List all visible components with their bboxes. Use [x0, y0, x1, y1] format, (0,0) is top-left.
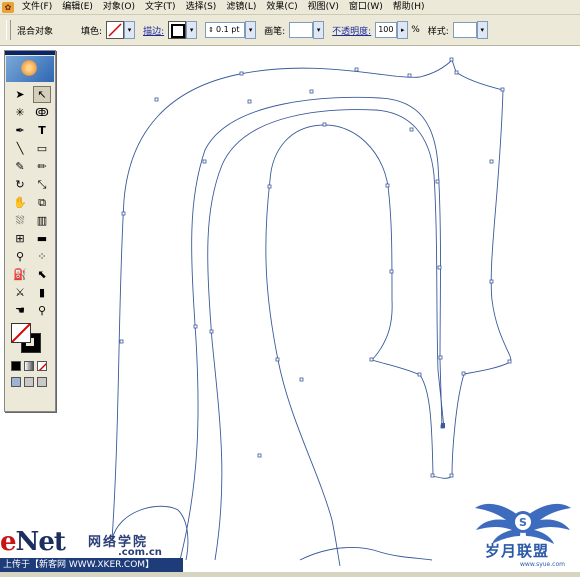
- fill-label: 填色:: [81, 26, 103, 37]
- none-mode-icon[interactable]: [37, 361, 47, 371]
- gradient-mode-icon[interactable]: [24, 361, 34, 371]
- control-bar: 混合对象 填色: ▾ 描边: ▾ ⇕ 0.1 pt ▾ 画笔: ▾ 不透明度: …: [0, 15, 580, 46]
- style-dropdown[interactable]: ▾: [476, 21, 488, 39]
- syue-logo-url: www.syue.com: [520, 561, 565, 568]
- menu-view[interactable]: 视图(V): [303, 0, 344, 14]
- blend-tool-icon[interactable]: ⁘: [33, 248, 51, 265]
- lasso-tool-icon[interactable]: ↂ: [33, 104, 51, 121]
- stroke-swatch[interactable]: [168, 21, 187, 39]
- live-paint-select-icon[interactable]: ⬉: [33, 266, 51, 283]
- brush-field[interactable]: [289, 22, 314, 38]
- full-screen-icon[interactable]: [37, 377, 47, 387]
- flower-logo-icon: [20, 60, 38, 76]
- magic-wand-tool-icon[interactable]: ✳: [11, 104, 29, 121]
- stepper-icon[interactable]: ⇕: [208, 23, 214, 37]
- symbol-sprayer-tool-icon[interactable]: ⛆: [11, 212, 29, 229]
- app-icon[interactable]: ✿: [2, 1, 14, 13]
- bottom-curve: [299, 547, 433, 561]
- fill-swatch[interactable]: [106, 21, 125, 39]
- pencil-tool-icon[interactable]: ✏: [33, 158, 51, 175]
- menu-filter[interactable]: 滤镜(L): [221, 0, 261, 14]
- menu-effect[interactable]: 效果(C): [261, 0, 302, 14]
- fill-box-icon[interactable]: [11, 323, 31, 343]
- inner-path: [207, 109, 445, 561]
- screen-mode-row: [5, 371, 55, 387]
- graph-tool-icon[interactable]: ▥: [33, 212, 51, 229]
- direct-selection-tool-icon[interactable]: ↖: [33, 86, 51, 103]
- warp-tool-icon[interactable]: ✋: [11, 194, 29, 211]
- menu-bar: ✿ 文件(F) 编辑(E) 对象(O) 文字(T) 选择(S) 滤镜(L) 效果…: [0, 0, 580, 15]
- bottom-scrollbar[interactable]: [0, 572, 580, 577]
- none-color-icon: [108, 23, 122, 37]
- slice-tool-icon[interactable]: ⚔: [11, 284, 29, 301]
- opacity-dropdown[interactable]: ▸: [397, 21, 409, 39]
- live-paint-bucket-icon[interactable]: ⛽: [11, 266, 29, 283]
- stroke-label-link[interactable]: 描边:: [143, 24, 164, 37]
- zoom-tool-icon[interactable]: ⚲: [33, 302, 51, 319]
- rectangle-tool-icon[interactable]: ▭: [33, 140, 51, 157]
- paintbrush-tool-icon[interactable]: ✎: [11, 158, 29, 175]
- pen-tool-icon[interactable]: ✒: [11, 122, 29, 139]
- middle-path: [179, 96, 443, 561]
- outer-path: [111, 59, 512, 566]
- style-label: 样式:: [427, 26, 449, 37]
- control-bar-grip[interactable]: [6, 20, 11, 40]
- tools-panel-titlebar[interactable]: [5, 51, 55, 55]
- selected-anchor: [441, 423, 445, 428]
- stroke-dropdown[interactable]: ▾: [186, 21, 198, 39]
- stroke-weight-dropdown[interactable]: ▾: [245, 21, 257, 39]
- eraser-tool-icon[interactable]: ▮: [33, 284, 51, 301]
- enet-watermark: eNet: [0, 527, 66, 557]
- logo-letter: S: [519, 516, 527, 529]
- menu-window[interactable]: 窗口(W): [344, 0, 388, 14]
- selection-mode-label: 混合对象: [17, 26, 54, 37]
- full-screen-menu-icon[interactable]: [24, 377, 34, 387]
- free-transform-tool-icon[interactable]: ⧉: [33, 194, 51, 211]
- hand-tool-icon[interactable]: ☚: [11, 302, 29, 319]
- fill-dropdown[interactable]: ▾: [124, 21, 136, 39]
- tools-panel-banner: [6, 56, 54, 82]
- stroke-weight-value: 0.1 pt: [215, 25, 240, 34]
- fill-stroke-widget[interactable]: [11, 323, 55, 359]
- mesh-tool-icon[interactable]: ⊞: [11, 230, 29, 247]
- scale-tool-icon[interactable]: ⤡: [33, 176, 51, 193]
- menu-object[interactable]: 对象(O): [98, 0, 140, 14]
- menu-file[interactable]: 文件(F): [17, 0, 57, 14]
- menu-edit[interactable]: 编辑(E): [57, 0, 98, 14]
- syue-logo-text: 岁月联盟: [485, 542, 550, 560]
- standard-screen-icon[interactable]: [11, 377, 21, 387]
- color-mode-row: [5, 359, 55, 371]
- eyedropper-tool-icon[interactable]: ⚲: [11, 248, 29, 265]
- upload-source-strip: 上传于【新客网 WWW.XKER.COM】: [0, 558, 183, 572]
- gradient-tool-icon[interactable]: ▬: [33, 230, 51, 247]
- opacity-field[interactable]: 100: [375, 22, 398, 38]
- menu-help[interactable]: 帮助(H): [388, 0, 430, 14]
- line-tool-icon[interactable]: ╲: [11, 140, 29, 157]
- tools-panel: ➤ ↖ ✳ ↂ ✒ T ╲ ▭ ✎ ✏ ↻ ⤡ ✋ ⧉ ⛆ ▥ ⊞ ▬ ⚲ ⁘ …: [4, 50, 56, 412]
- stroke-color-icon: [171, 24, 186, 38]
- brush-label: 画笔:: [264, 26, 286, 37]
- menu-type[interactable]: 文字(T): [140, 0, 181, 14]
- stroke-weight-field[interactable]: ⇕ 0.1 pt: [205, 22, 246, 38]
- brush-dropdown[interactable]: ▾: [313, 21, 325, 39]
- rotate-tool-icon[interactable]: ↻: [11, 176, 29, 193]
- color-mode-icon[interactable]: [11, 361, 21, 371]
- menu-select[interactable]: 选择(S): [181, 0, 222, 14]
- anchor-points: [119, 57, 512, 478]
- opacity-label-link[interactable]: 不透明度:: [332, 24, 371, 37]
- selection-tool-icon[interactable]: ➤: [11, 86, 29, 103]
- style-field[interactable]: [452, 22, 477, 38]
- type-tool-icon[interactable]: T: [33, 122, 51, 139]
- enet-url-watermark: .com.cn: [118, 547, 162, 558]
- opacity-unit: %: [411, 25, 420, 35]
